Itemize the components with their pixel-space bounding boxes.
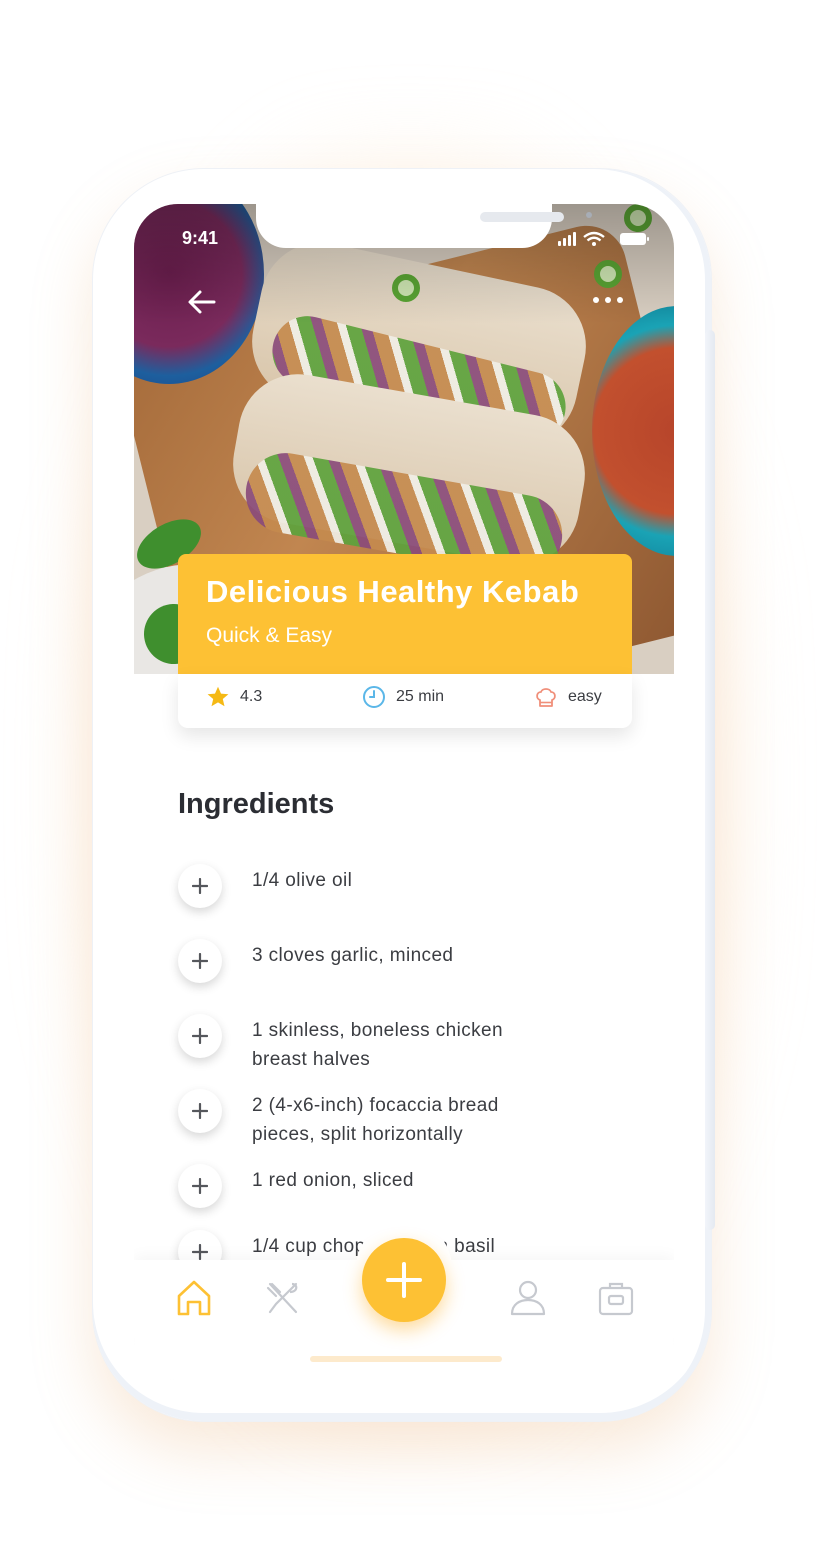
ingredient-text: 1/4 olive oil bbox=[252, 870, 353, 891]
ingredients-heading: Ingredients bbox=[178, 788, 335, 820]
plus-icon bbox=[192, 953, 208, 969]
ingredient-item: 3 cloves garlic, minced bbox=[178, 939, 638, 983]
recipe-meta-card: 4.3 25 min easy bbox=[178, 674, 632, 728]
add-recipe-button[interactable] bbox=[362, 1238, 446, 1322]
ingredient-text: 2 (4-x6-inch) focaccia bread pieces, spl… bbox=[252, 1095, 499, 1145]
tab-profile[interactable] bbox=[508, 1278, 548, 1318]
signal-wifi-battery-icon bbox=[558, 231, 649, 246]
plus-icon bbox=[192, 1178, 208, 1194]
plus-icon bbox=[192, 1244, 208, 1260]
rating-value: 4.3 bbox=[240, 688, 263, 705]
ingredient-text: 1 skinless, boneless chicken breast halv… bbox=[252, 1020, 503, 1070]
plus-icon bbox=[192, 878, 208, 894]
ingredient-item: 1 skinless, boneless chicken breast halv… bbox=[178, 1014, 638, 1074]
ingredient-item: 1 red onion, sliced bbox=[178, 1164, 638, 1208]
ingredient-item: 1/4 olive oil bbox=[178, 864, 638, 908]
status-time: 9:41 bbox=[182, 228, 219, 248]
more-options-button[interactable] bbox=[588, 288, 628, 312]
recipe-title-card: Delicious Healthy Kebab Quick & Easy bbox=[178, 554, 632, 674]
add-ingredient-button[interactable] bbox=[178, 1164, 222, 1208]
tab-home[interactable] bbox=[174, 1278, 214, 1318]
app-screen: 9:41 Delicious Healthy Kebab Quick & Eas… bbox=[134, 204, 674, 1380]
arrow-left-icon bbox=[188, 290, 216, 314]
bag-icon bbox=[598, 1282, 634, 1316]
recipe-title: Delicious Healthy Kebab bbox=[206, 574, 580, 609]
plus-icon bbox=[386, 1262, 422, 1298]
tab-shopping-bag[interactable] bbox=[596, 1278, 636, 1318]
plus-icon bbox=[192, 1103, 208, 1119]
device-notch bbox=[256, 204, 564, 248]
rating-info: 4.3 bbox=[206, 674, 262, 720]
back-button[interactable] bbox=[184, 284, 220, 320]
add-ingredient-button[interactable] bbox=[178, 1014, 222, 1058]
more-dots-icon bbox=[593, 297, 623, 303]
add-ingredient-button[interactable] bbox=[178, 939, 222, 983]
add-ingredient-button[interactable] bbox=[178, 1089, 222, 1133]
status-icons bbox=[558, 230, 650, 246]
chef-hat-icon bbox=[536, 688, 556, 707]
home-indicator bbox=[310, 1356, 502, 1362]
difficulty-value: easy bbox=[568, 688, 602, 705]
recipe-subtitle: Quick & Easy bbox=[206, 624, 333, 647]
user-icon bbox=[510, 1280, 546, 1316]
home-icon bbox=[177, 1280, 211, 1316]
clock-icon bbox=[363, 686, 385, 708]
plus-icon bbox=[192, 1028, 208, 1044]
phone-side-edge bbox=[705, 330, 715, 1230]
front-camera bbox=[586, 212, 592, 218]
duration-info: 25 min bbox=[362, 674, 444, 720]
duration-value: 25 min bbox=[396, 688, 445, 705]
utensils-icon bbox=[266, 1282, 298, 1314]
star-icon bbox=[207, 686, 229, 707]
ingredient-text: 1 red onion, sliced bbox=[252, 1170, 414, 1191]
ingredient-item: 2 (4-x6-inch) focaccia bread pieces, spl… bbox=[178, 1089, 638, 1149]
difficulty-info: easy bbox=[534, 674, 602, 720]
speaker-grill bbox=[480, 212, 564, 222]
add-ingredient-button[interactable] bbox=[178, 864, 222, 908]
ingredient-text: 3 cloves garlic, minced bbox=[252, 945, 454, 966]
tab-recipes[interactable] bbox=[262, 1278, 302, 1318]
